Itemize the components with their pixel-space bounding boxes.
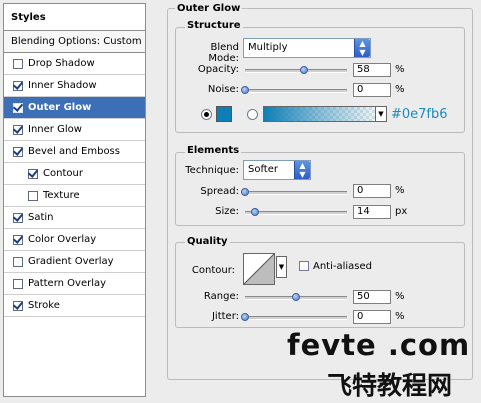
opacity-input[interactable]: 58	[353, 63, 391, 77]
style-item-label: Inner Shadow	[28, 79, 97, 91]
glow-gradient-picker[interactable]: ▼	[263, 106, 387, 122]
style-checkbox[interactable]	[13, 124, 23, 135]
style-item-bevel-and-emboss[interactable]: Bevel and Emboss	[4, 141, 145, 163]
blend-mode-value: Multiply	[248, 42, 288, 53]
jitter-label: Jitter:	[211, 311, 239, 322]
chevron-updown-icon: ▲ ▼	[294, 161, 310, 179]
style-item-label: Stroke	[28, 299, 60, 311]
chevron-down-icon: ▼	[375, 107, 386, 121]
watermark-domain: fevte .com	[287, 328, 471, 362]
style-checkbox[interactable]	[13, 80, 23, 91]
contour-label: Contour:	[191, 265, 235, 276]
spread-input[interactable]: 0	[353, 184, 391, 198]
chevron-down-icon: ▼	[278, 263, 285, 271]
noise-label: Noise:	[207, 84, 239, 95]
size-input[interactable]: 14	[353, 205, 391, 219]
style-checkbox[interactable]	[13, 58, 23, 69]
outer-glow-settings: Outer Glow Structure Blend Mode: Multipl…	[163, 0, 481, 403]
noise-unit: %	[395, 84, 405, 95]
style-checkbox[interactable]	[13, 146, 23, 157]
opacity-label: Opacity:	[197, 64, 239, 75]
style-item-pattern-overlay[interactable]: Pattern Overlay	[4, 273, 145, 295]
style-item-contour[interactable]: Contour	[4, 163, 145, 185]
opacity-unit: %	[395, 64, 405, 75]
size-slider-thumb[interactable]	[251, 208, 260, 216]
style-item-stroke[interactable]: Stroke	[4, 295, 145, 317]
style-item-label: Inner Glow	[28, 123, 82, 135]
noise-slider-thumb[interactable]	[241, 86, 249, 94]
style-checkbox[interactable]	[28, 190, 38, 201]
blending-options-item[interactable]: Blending Options: Custom	[4, 31, 145, 53]
style-item-gradient-overlay[interactable]: Gradient Overlay	[4, 251, 145, 273]
glow-color-swatch[interactable]	[216, 106, 232, 122]
style-item-inner-shadow[interactable]: Inner Shadow	[4, 75, 145, 97]
elements-legend: Elements	[185, 145, 242, 156]
size-slider[interactable]	[245, 208, 347, 216]
style-checkbox[interactable]	[13, 278, 23, 289]
style-item-label: Satin	[28, 211, 54, 223]
range-unit: %	[395, 291, 405, 302]
style-item-satin[interactable]: Satin	[4, 207, 145, 229]
opacity-slider[interactable]	[245, 66, 347, 74]
technique-dropdown[interactable]: Softer ▲ ▼	[243, 160, 311, 180]
range-slider[interactable]	[245, 293, 347, 301]
spread-slider[interactable]	[241, 188, 347, 196]
style-item-texture[interactable]: Texture	[4, 185, 145, 207]
technique-value: Softer	[248, 164, 278, 175]
style-item-label: Contour	[43, 167, 83, 179]
range-input[interactable]: 50	[353, 290, 391, 304]
opacity-slider-thumb[interactable]	[300, 66, 309, 74]
styles-header[interactable]: Styles	[4, 4, 145, 31]
chevron-updown-icon: ▲ ▼	[354, 39, 370, 57]
style-item-color-overlay[interactable]: Color Overlay	[4, 229, 145, 251]
structure-legend: Structure	[185, 20, 243, 31]
spread-slider-thumb[interactable]	[241, 188, 249, 196]
quality-legend: Quality	[185, 236, 230, 247]
gradient-radio[interactable]	[247, 109, 258, 120]
range-label: Range:	[203, 291, 239, 302]
style-item-outer-glow[interactable]: Outer Glow	[4, 97, 145, 119]
style-checkbox[interactable]	[28, 168, 38, 179]
spread-unit: %	[395, 185, 405, 196]
size-unit: px	[395, 206, 408, 217]
style-checkbox[interactable]	[13, 212, 23, 223]
style-checkbox[interactable]	[13, 300, 23, 311]
outer-glow-title: Outer Glow	[175, 3, 243, 14]
style-item-drop-shadow[interactable]: Drop Shadow	[4, 53, 145, 75]
jitter-slider[interactable]	[241, 313, 347, 321]
jitter-slider-thumb[interactable]	[241, 313, 249, 321]
anti-aliased-label: Anti-aliased	[313, 261, 373, 272]
anti-aliased-checkbox[interactable]	[299, 261, 309, 271]
jitter-input[interactable]: 0	[353, 310, 391, 324]
contour-preview[interactable]	[243, 253, 275, 285]
style-item-label: Outer Glow	[28, 101, 92, 113]
styles-list-panel: Styles Blending Options: Custom Drop Sha…	[3, 3, 146, 397]
style-item-label: Texture	[43, 189, 80, 201]
noise-slider[interactable]	[241, 86, 347, 94]
technique-label: Technique:	[185, 165, 239, 176]
blend-mode-dropdown[interactable]: Multiply ▲ ▼	[243, 38, 371, 58]
contour-curve-icon	[244, 254, 274, 284]
style-checkbox[interactable]	[13, 102, 23, 113]
style-item-label: Pattern Overlay	[28, 277, 107, 289]
range-slider-thumb[interactable]	[292, 293, 300, 301]
solid-color-radio[interactable]	[201, 109, 212, 120]
blend-mode-label: Blend Mode:	[208, 42, 239, 64]
style-item-label: Color Overlay	[28, 233, 97, 245]
style-item-inner-glow[interactable]: Inner Glow	[4, 119, 145, 141]
style-item-label: Drop Shadow	[28, 57, 95, 69]
contour-dropdown[interactable]: ▼	[276, 256, 287, 278]
style-checkbox[interactable]	[13, 256, 23, 267]
style-item-label: Gradient Overlay	[28, 255, 114, 267]
size-label: Size:	[215, 206, 239, 217]
style-item-label: Bevel and Emboss	[28, 145, 120, 157]
watermark-site-name: 飞特教程网	[327, 371, 453, 400]
glow-color-hex: #0e7fb6	[391, 107, 448, 122]
noise-input[interactable]: 0	[353, 83, 391, 97]
spread-label: Spread:	[200, 186, 239, 197]
jitter-unit: %	[395, 311, 405, 322]
style-checkbox[interactable]	[13, 234, 23, 245]
